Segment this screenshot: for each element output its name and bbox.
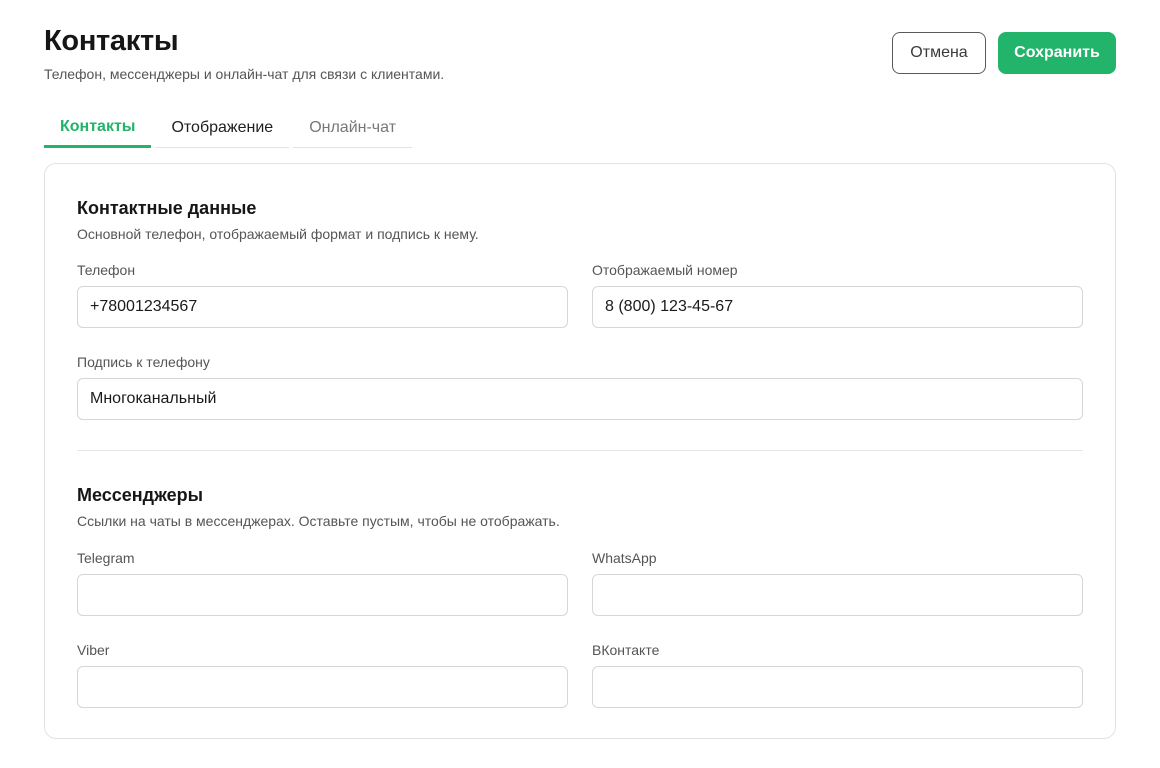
tab-bar: Контакты Отображение Онлайн-чат (44, 108, 413, 148)
tab-contacts[interactable]: Контакты (44, 108, 152, 148)
whatsapp-label: WhatsApp (592, 550, 657, 566)
page-header: Контакты Телефон, мессенджеры и онлайн-ч… (44, 24, 444, 83)
telegram-label: Telegram (77, 550, 135, 566)
tab-display[interactable]: Отображение (155, 108, 290, 148)
phone-label: Телефон (77, 262, 136, 278)
tab-online-chat[interactable]: Онлайн-чат (293, 108, 413, 148)
viber-field-group: Viber (77, 641, 568, 708)
phone-caption-field-group: Подпись к телефону (77, 353, 1083, 420)
whatsapp-input[interactable] (592, 574, 1083, 616)
messengers-description: Ссылки на чаты в мессенджерах. Оставьте … (77, 513, 560, 529)
display-number-input[interactable] (592, 286, 1083, 328)
whatsapp-field-group: WhatsApp (592, 549, 1083, 616)
page-title: Контакты (44, 25, 179, 57)
contact-data-description: Основной телефон, отображаемый формат и … (77, 226, 479, 242)
telegram-field-group: Telegram (77, 549, 568, 616)
phone-field-group: Телефон (77, 261, 568, 328)
phone-caption-input[interactable] (77, 378, 1083, 420)
messengers-section: Мессенджеры Ссылки на чаты в мессенджера… (77, 484, 1083, 530)
phone-input[interactable] (77, 286, 568, 328)
header-actions: Отмена Сохранить (892, 32, 1116, 74)
settings-card: Контактные данные Основной телефон, отоб… (44, 163, 1116, 739)
viber-input[interactable] (77, 666, 568, 708)
save-button[interactable]: Сохранить (998, 32, 1116, 74)
contacts-settings-page: Контакты Телефон, мессенджеры и онлайн-ч… (0, 0, 1160, 768)
cancel-button[interactable]: Отмена (892, 32, 986, 74)
contact-data-title: Контактные данные (77, 198, 257, 218)
section-divider (77, 450, 1083, 451)
messengers-title: Мессенджеры (77, 485, 203, 505)
contact-data-section: Контактные данные Основной телефон, отоб… (77, 197, 1083, 243)
page-subtitle: Телефон, мессенджеры и онлайн-чат для св… (44, 66, 445, 82)
viber-label: Viber (77, 642, 110, 658)
telegram-input[interactable] (77, 574, 568, 616)
display-number-field-group: Отображаемый номер (592, 261, 1083, 328)
vkontakte-input[interactable] (592, 666, 1083, 708)
vkontakte-label: ВКонтакте (592, 642, 660, 658)
phone-caption-label: Подпись к телефону (77, 354, 210, 370)
display-number-label: Отображаемый номер (592, 262, 738, 278)
vkontakte-field-group: ВКонтакте (592, 641, 1083, 708)
